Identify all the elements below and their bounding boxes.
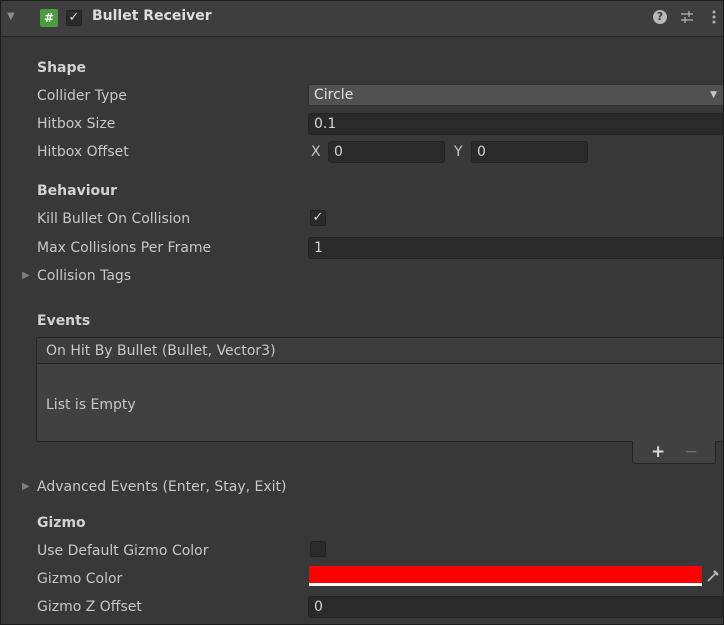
- help-icon[interactable]: ?: [653, 10, 667, 24]
- use-default-gizmo-label: Use Default Gizmo Color: [37, 543, 209, 559]
- advanced-events-label[interactable]: Advanced Events (Enter, Stay, Exit): [37, 478, 287, 496]
- shape-section-label: Shape: [37, 60, 87, 76]
- events-section-label: Events: [37, 313, 91, 329]
- kill-bullet-checkbox[interactable]: ✓: [310, 210, 326, 226]
- offset-x-label[interactable]: X: [311, 143, 321, 161]
- event-list-footer: [632, 441, 716, 464]
- hitbox-size-field[interactable]: 0.1: [308, 113, 724, 135]
- max-collisions-label: Max Collisions Per Frame: [37, 240, 212, 256]
- list-empty-text: List is Empty: [46, 397, 136, 413]
- offset-y-label[interactable]: Y: [454, 143, 463, 161]
- presets-icon[interactable]: [680, 9, 694, 25]
- dropdown-arrow-icon: ▼: [710, 90, 717, 100]
- hitbox-size-label: Hitbox Size: [37, 116, 116, 132]
- component-enabled-checkbox[interactable]: ✓: [66, 10, 82, 26]
- max-collisions-field[interactable]: 1: [308, 237, 724, 259]
- component-title: Bullet Receiver: [92, 8, 212, 24]
- advanced-events-foldout-icon[interactable]: ▶: [22, 481, 30, 492]
- script-hash-icon: #: [40, 9, 58, 27]
- gizmo-color-label: Gizmo Color: [37, 571, 123, 587]
- event-name-label: On Hit By Bullet (Bullet, Vector3): [46, 343, 276, 359]
- gizmo-z-offset-label: Gizmo Z Offset: [37, 599, 142, 615]
- gizmo-z-offset-field[interactable]: 0: [308, 596, 724, 618]
- gizmo-section-label: Gizmo: [37, 515, 86, 531]
- collision-tags-label[interactable]: Collision Tags: [37, 267, 131, 285]
- offset-x-field[interactable]: 0: [328, 141, 445, 163]
- add-event-button[interactable]: +: [651, 442, 665, 462]
- behaviour-section-label: Behaviour: [37, 183, 117, 199]
- hitbox-offset-label: Hitbox Offset: [37, 144, 129, 160]
- collider-type-label: Collider Type: [37, 88, 127, 104]
- use-default-gizmo-checkbox[interactable]: [310, 541, 326, 557]
- remove-event-button[interactable]: −: [684, 442, 698, 462]
- collapse-arrow-icon[interactable]: ▼: [7, 11, 15, 22]
- kill-bullet-label: Kill Bullet On Collision: [37, 211, 191, 227]
- collider-type-value: Circle: [314, 87, 354, 103]
- collider-type-dropdown[interactable]: Circle ▼: [308, 84, 724, 106]
- kebab-menu-icon[interactable]: [711, 9, 717, 25]
- collision-tags-foldout-icon[interactable]: ▶: [22, 270, 30, 281]
- eyedropper-icon[interactable]: [706, 569, 720, 583]
- gizmo-color-swatch[interactable]: [309, 566, 702, 586]
- offset-y-field[interactable]: 0: [471, 141, 588, 163]
